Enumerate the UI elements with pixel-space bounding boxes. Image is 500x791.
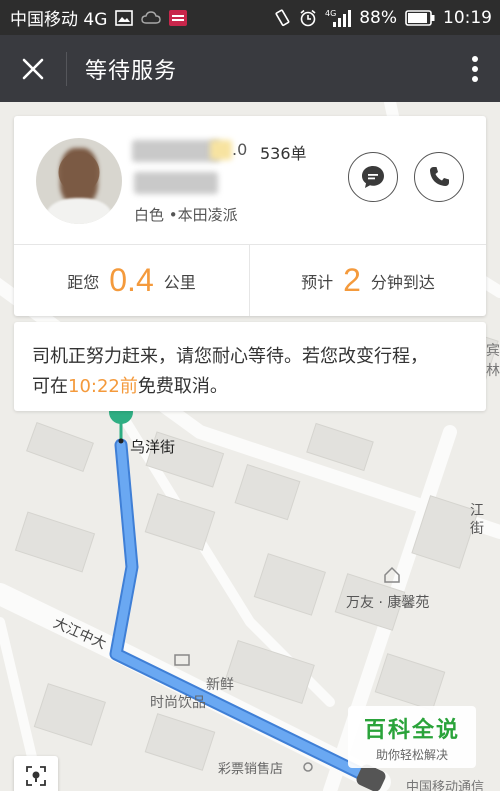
watermark-title: 百科全说: [363, 718, 460, 743]
more-options-button[interactable]: [450, 35, 500, 102]
cancel-deadline: 10:22前: [68, 376, 138, 397]
map-label-poi-caipiao: 彩票销售店: [218, 762, 284, 777]
distance-prefix: 距您: [67, 272, 100, 292]
notice-line2-suffix: 免费取消。: [137, 376, 228, 397]
notice-line2-prefix: 可在: [32, 376, 68, 397]
map-label-poi-mobile: 中国移动通信: [406, 780, 485, 791]
plate-number-redacted: [134, 172, 218, 194]
map-label-poi-xinxian: 新鲜: [206, 677, 234, 693]
cloud-icon: [141, 10, 162, 25]
watermark-logo: 百科全说 助你轻松解决: [348, 706, 476, 768]
watermark-subtitle: 助你轻松解决: [375, 748, 448, 762]
battery-percent: 88%: [359, 7, 397, 28]
svg-text:4G: 4G: [325, 9, 336, 18]
map-label-poi-wanyou: 万友 · 康馨苑: [346, 595, 430, 611]
driver-name-redacted: [132, 140, 220, 162]
title-divider: [66, 51, 67, 86]
close-icon: [22, 58, 44, 79]
message-button[interactable]: [348, 152, 398, 202]
notice-line1: 司机正努力赶来，请您耐心等待。若您改变行程，: [32, 346, 428, 367]
driver-orders: 536单: [260, 144, 307, 163]
map-label-road-jiang: 江街: [470, 503, 484, 537]
map-label-edge-bin: 宾: [486, 343, 500, 359]
eta-metric: 预计 2 分钟到达: [250, 245, 486, 316]
title-bar: 等待服务: [0, 35, 500, 102]
wait-notice: 司机正努力赶来，请您耐心等待。若您改变行程， 可在10:22前免费取消。: [14, 322, 486, 411]
distance-value: 0.4: [109, 262, 154, 298]
message-icon: [362, 166, 384, 188]
eta-value: 2: [343, 262, 361, 298]
status-bar: 中国移动 4G 4G 88% 10:19: [0, 0, 500, 35]
distance-unit: 公里: [163, 272, 196, 292]
eta-unit: 分钟到达: [370, 272, 435, 292]
more-vertical-icon: [472, 55, 478, 82]
car-info: 白色 •本田凌派: [134, 206, 238, 224]
close-button[interactable]: [0, 35, 66, 102]
clock: 10:19: [443, 7, 492, 28]
vibrate-icon: [273, 9, 291, 27]
rating-star-redacted: [210, 140, 232, 160]
alarm-icon: [299, 9, 317, 27]
battery-icon: [405, 9, 435, 26]
map-label-edge-lin: 林: [486, 363, 500, 379]
call-button[interactable]: [414, 152, 464, 202]
eta-prefix: 预计: [301, 272, 334, 292]
driver-rating: .0: [232, 140, 248, 159]
map-label-start-street: 乌洋街: [130, 438, 176, 456]
driver-card: .0 536单 白色 •本田凌派 距您 0.4 公里 预计 2 分钟到达: [14, 116, 486, 316]
map-label-poi-shishang: 时尚饮品: [150, 695, 206, 711]
image-icon: [115, 9, 134, 26]
notice-line2: 可在10:22前免费取消。: [32, 372, 468, 402]
locate-icon: [26, 766, 46, 786]
signal-icon: 4G: [325, 8, 352, 28]
locate-me-button[interactable]: [14, 756, 58, 791]
phone-icon: [430, 167, 449, 186]
page-title: 等待服务: [85, 58, 178, 84]
app-notification-icon: [169, 9, 188, 26]
distance-metric: 距您 0.4 公里: [14, 245, 249, 316]
carrier-label: 中国移动 4G: [10, 10, 108, 30]
driver-avatar: [36, 138, 122, 224]
